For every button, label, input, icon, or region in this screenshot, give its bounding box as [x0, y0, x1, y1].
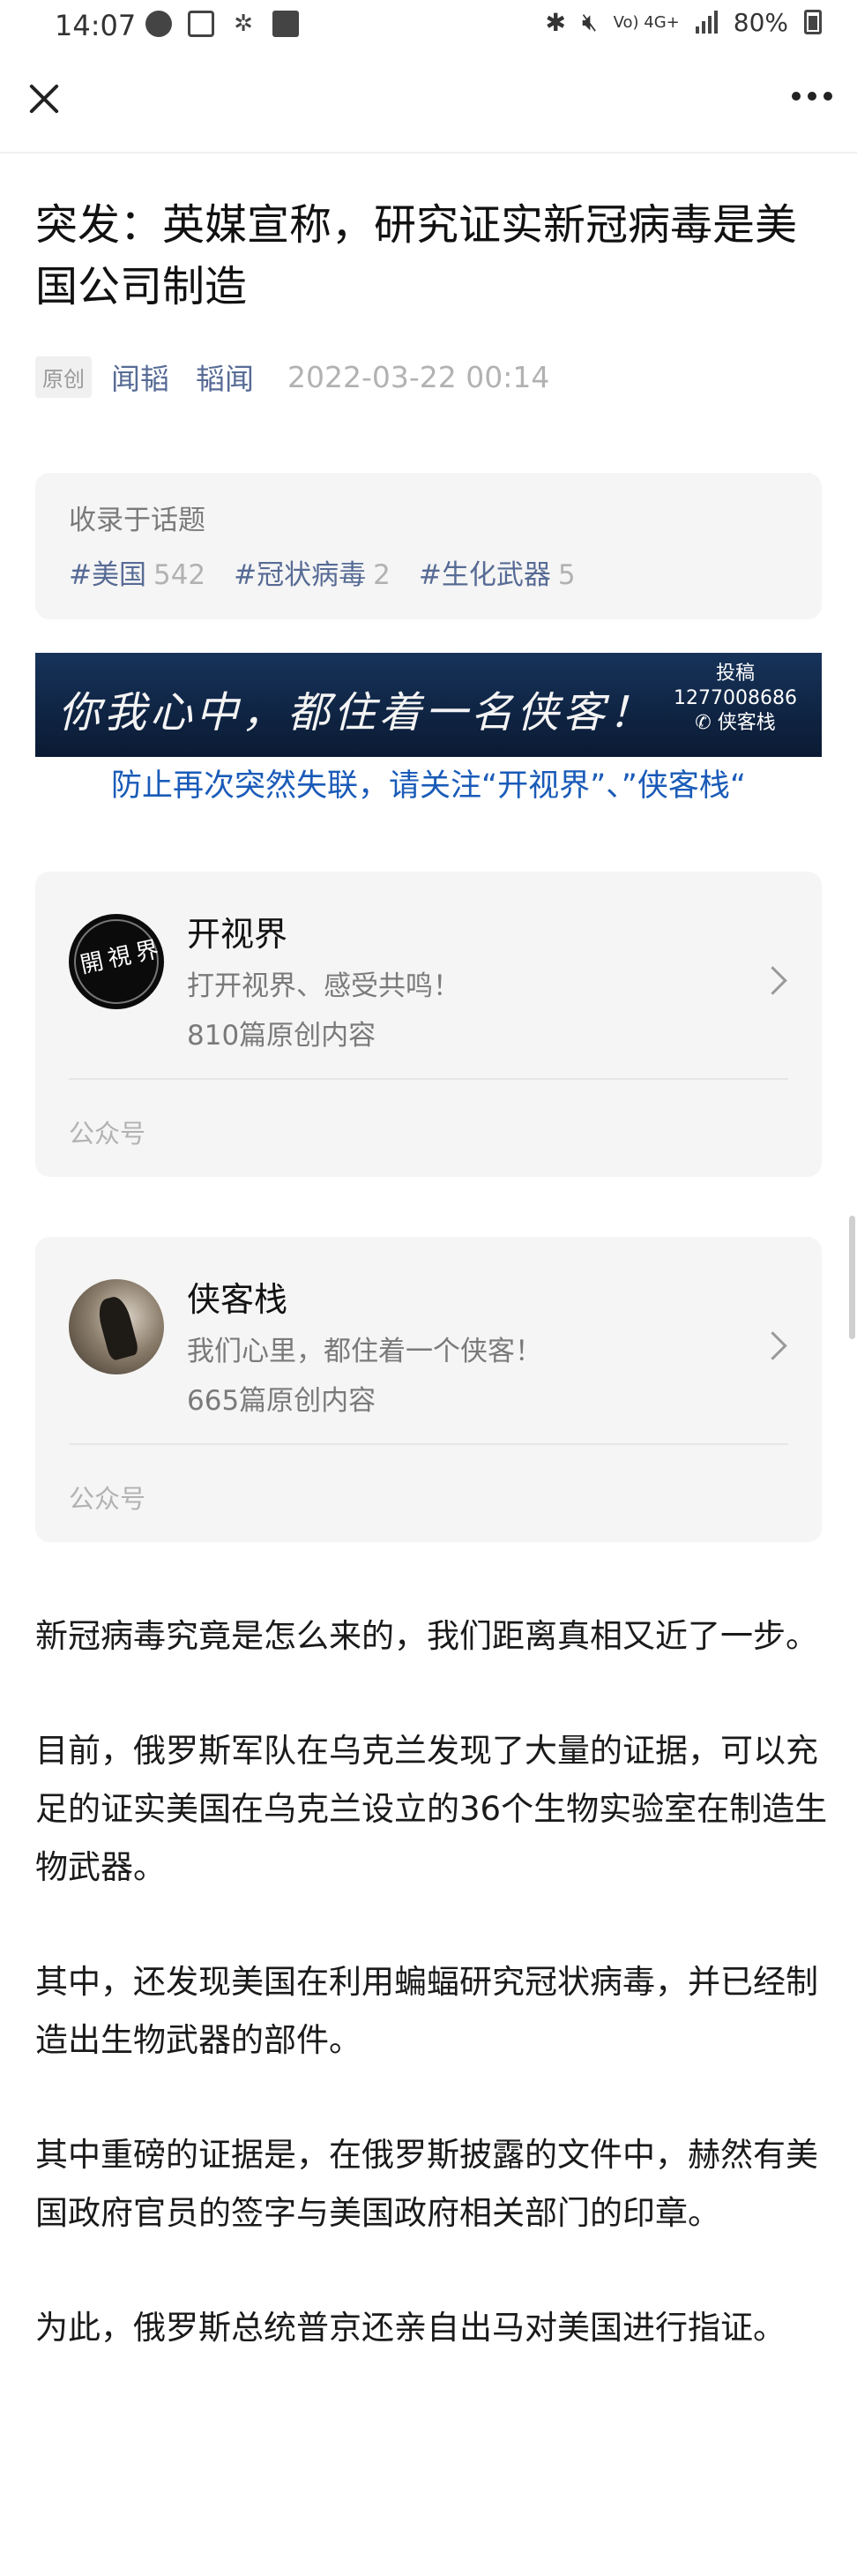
close-icon[interactable] — [25, 79, 63, 118]
topic-tags: #美国 542 #冠状病毒 2 #生化武器 5 — [69, 552, 576, 592]
scrollbar[interactable] — [849, 1216, 855, 1339]
promo-banner[interactable]: 你我心中，都住着一名侠客！ 投稿 1277008686 ✆ 侠客栈 — [35, 653, 822, 757]
account-card[interactable]: 開視界 开视界 打开视界、感受共鸣！ 810篇原创内容 公众号 — [35, 872, 822, 1177]
account-name: 侠客栈 — [187, 1280, 288, 1319]
card-divider — [69, 1078, 788, 1080]
paragraph: 新冠病毒究竟是怎么来的，我们距离真相又近了一步。 — [35, 1617, 818, 1655]
fan-icon: ✲ — [234, 11, 253, 37]
avatar: 開視界 — [69, 914, 164, 1009]
topic-tag[interactable]: #生化武器 5 — [419, 552, 576, 592]
account-type: 公众号 — [69, 1119, 146, 1149]
avatar — [69, 1279, 164, 1374]
nav-divider — [0, 152, 857, 154]
paragraph: 其中，还发现美国在利用蝙蝠研究冠状病毒，并已经制造出生物武器的部件。 — [35, 1963, 818, 2059]
paragraph: 目前，俄罗斯军队在乌克兰发现了大量的证据，可以充足的证实美国在乌克兰设立的36个… — [35, 1732, 828, 1886]
mute-icon: 🔇︎ — [581, 7, 598, 36]
card-divider — [69, 1443, 788, 1445]
wechat-icon: ✆ — [695, 712, 712, 734]
topic-box: 收录于话题 #美国 542 #冠状病毒 2 #生化武器 5 — [35, 473, 822, 619]
follow-note: 防止再次突然失联，请关注“开视界”、”侠客栈“ — [110, 768, 747, 804]
account-card[interactable]: 侠客栈 我们心里，都住着一个侠客！ 665篇原创内容 公众号 — [35, 1237, 822, 1542]
account-name: 开视界 — [187, 915, 288, 954]
chevron-right-icon — [758, 1331, 787, 1360]
account-description: 打开视界、感受共鸣！ — [187, 970, 460, 1002]
account-post-count: 810篇原创内容 — [187, 1020, 376, 1052]
topic-tag[interactable]: #美国 542 — [69, 552, 205, 592]
banner-slogan: 你我心中，都住着一名侠客！ — [58, 688, 655, 738]
image-icon — [272, 11, 299, 37]
account-post-count: 665篇原创内容 — [187, 1385, 376, 1417]
battery-percent: 80% — [733, 7, 788, 37]
network-label: Vo) 4G+ — [613, 12, 680, 32]
more-options-icon[interactable] — [792, 92, 832, 101]
topic-tag[interactable]: #冠状病毒 2 — [234, 552, 391, 592]
paragraph: 为此，俄罗斯总统普京还亲自出马对美国进行指证。 — [35, 2309, 786, 2347]
bluetooth-icon: ✱ — [545, 7, 566, 37]
spotify-icon — [145, 11, 172, 37]
article-body: 新冠病毒究竟是怎么来的，我们距离真相又近了一步。 目前，俄罗斯军队在乌克兰发现了… — [35, 1607, 829, 2414]
author-link[interactable]: 闻韬 — [111, 356, 169, 398]
document-icon — [188, 11, 214, 37]
nav-bar — [0, 53, 857, 150]
publish-date: 2022-03-22 00:14 — [287, 359, 550, 394]
signal-icon — [695, 11, 718, 34]
status-time: 14:07 — [55, 9, 137, 42]
status-bar: 14:07 ✲ ✱ 🔇︎ Vo) 4G+ 80% — [0, 0, 857, 53]
article-meta: 原创 闻韬 韬闻 2022-03-22 00:14 — [35, 356, 549, 398]
account-link[interactable]: 韬闻 — [196, 356, 254, 398]
notification-icons: ✲ — [145, 11, 299, 37]
account-type: 公众号 — [69, 1484, 146, 1514]
paragraph: 其中重磅的证据是，在俄罗斯披露的文件中，赫然有美国政府官员的签字与美国政府相关部… — [35, 2136, 818, 2232]
system-icons: ✱ 🔇︎ Vo) 4G+ 80% — [545, 7, 822, 37]
account-description: 我们心里，都住着一个侠客！ — [187, 1336, 542, 1367]
battery-icon — [804, 10, 822, 34]
article-title: 突发：英媒宣称，研究证实新冠病毒是美国公司制造 — [35, 200, 798, 311]
original-badge: 原创 — [35, 356, 92, 398]
topic-heading: 收录于话题 — [69, 505, 205, 536]
chevron-right-icon — [758, 966, 787, 995]
banner-contact: 投稿 1277008686 ✆ 侠客栈 — [674, 663, 797, 734]
